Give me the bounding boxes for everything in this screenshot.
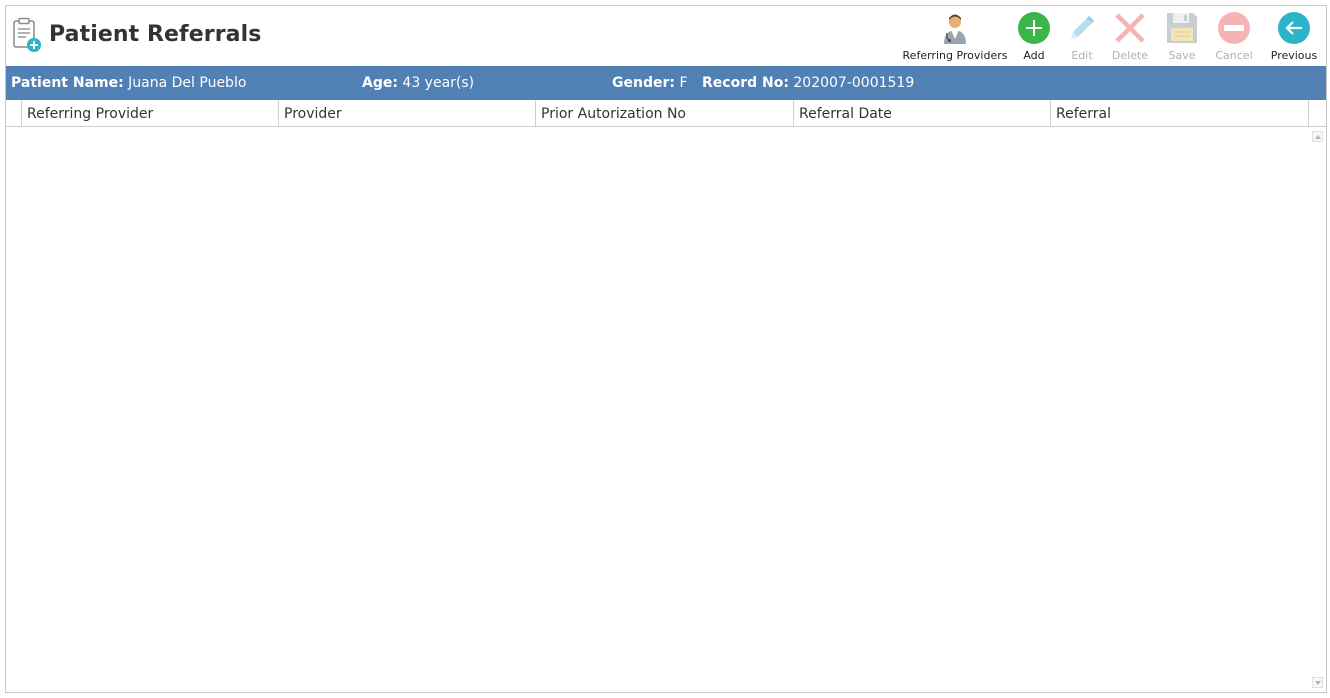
page-header: Patient Referrals Referring Providers Ad… xyxy=(6,6,1326,66)
add-label: Add xyxy=(1023,49,1045,62)
patient-age-value: 43 year(s) xyxy=(402,75,475,91)
save-label: Save xyxy=(1168,49,1196,62)
patient-age-label: Age: xyxy=(362,75,398,91)
edit-button[interactable]: Edit xyxy=(1062,9,1102,63)
referrals-grid-body[interactable] xyxy=(6,127,1326,692)
patient-record: Record No: 202007-0001519 xyxy=(702,75,914,91)
x-icon xyxy=(1113,11,1147,45)
scroll-up-button[interactable] xyxy=(1312,131,1323,142)
patient-name-value: Juana Del Pueblo xyxy=(128,75,247,91)
patient-info-bar: Patient Name: Juana Del Pueblo Age: 43 y… xyxy=(6,66,1326,100)
patient-record-label: Record No: xyxy=(702,75,789,91)
row-indicator-header xyxy=(6,100,22,126)
previous-button[interactable]: Previous xyxy=(1268,9,1320,63)
edit-label: Edit xyxy=(1071,49,1093,62)
scroll-down-button[interactable] xyxy=(1312,677,1323,688)
patient-gender-label: Gender: xyxy=(612,75,675,91)
column-header-provider[interactable]: Provider xyxy=(279,100,536,126)
vertical-scrollbar[interactable] xyxy=(1309,127,1326,692)
referring-providers-button[interactable]: Referring Providers xyxy=(900,9,1010,63)
cancel-button[interactable]: Cancel xyxy=(1212,9,1256,63)
cancel-label: Cancel xyxy=(1215,49,1253,62)
page-title: Patient Referrals xyxy=(49,22,262,47)
plus-circle-icon xyxy=(1017,11,1051,45)
patient-gender-value: F xyxy=(679,75,688,91)
save-button[interactable]: Save xyxy=(1162,9,1202,63)
add-button[interactable]: Add xyxy=(1014,9,1054,63)
patient-name-label: Patient Name: xyxy=(11,75,124,91)
patient-record-value: 202007-0001519 xyxy=(793,75,915,91)
delete-button[interactable]: Delete xyxy=(1106,9,1154,63)
patient-referrals-window: Patient Referrals Referring Providers Ad… xyxy=(5,5,1327,693)
arrow-left-circle-icon xyxy=(1277,11,1311,45)
patient-age: Age: 43 year(s) xyxy=(362,75,474,91)
minus-circle-icon xyxy=(1217,11,1251,45)
previous-label: Previous xyxy=(1270,49,1318,62)
doctor-icon xyxy=(938,11,972,45)
patient-name: Patient Name: Juana Del Pueblo xyxy=(11,75,246,91)
patient-gender: Gender: F xyxy=(612,75,688,91)
referring-providers-label: Referring Providers xyxy=(902,49,1008,62)
pencil-icon xyxy=(1065,11,1099,45)
column-header-referral-date[interactable]: Referral Date xyxy=(794,100,1051,126)
referrals-grid-header: Referring Provider Provider Prior Autori… xyxy=(6,100,1326,127)
delete-label: Delete xyxy=(1111,49,1149,62)
column-header-referring-provider[interactable]: Referring Provider xyxy=(22,100,279,126)
column-header-referral[interactable]: Referral xyxy=(1051,100,1309,126)
floppy-disk-icon xyxy=(1165,11,1199,45)
clipboard-add-icon xyxy=(12,17,44,53)
column-header-prior-authorization-no[interactable]: Prior Autorization No xyxy=(536,100,794,126)
